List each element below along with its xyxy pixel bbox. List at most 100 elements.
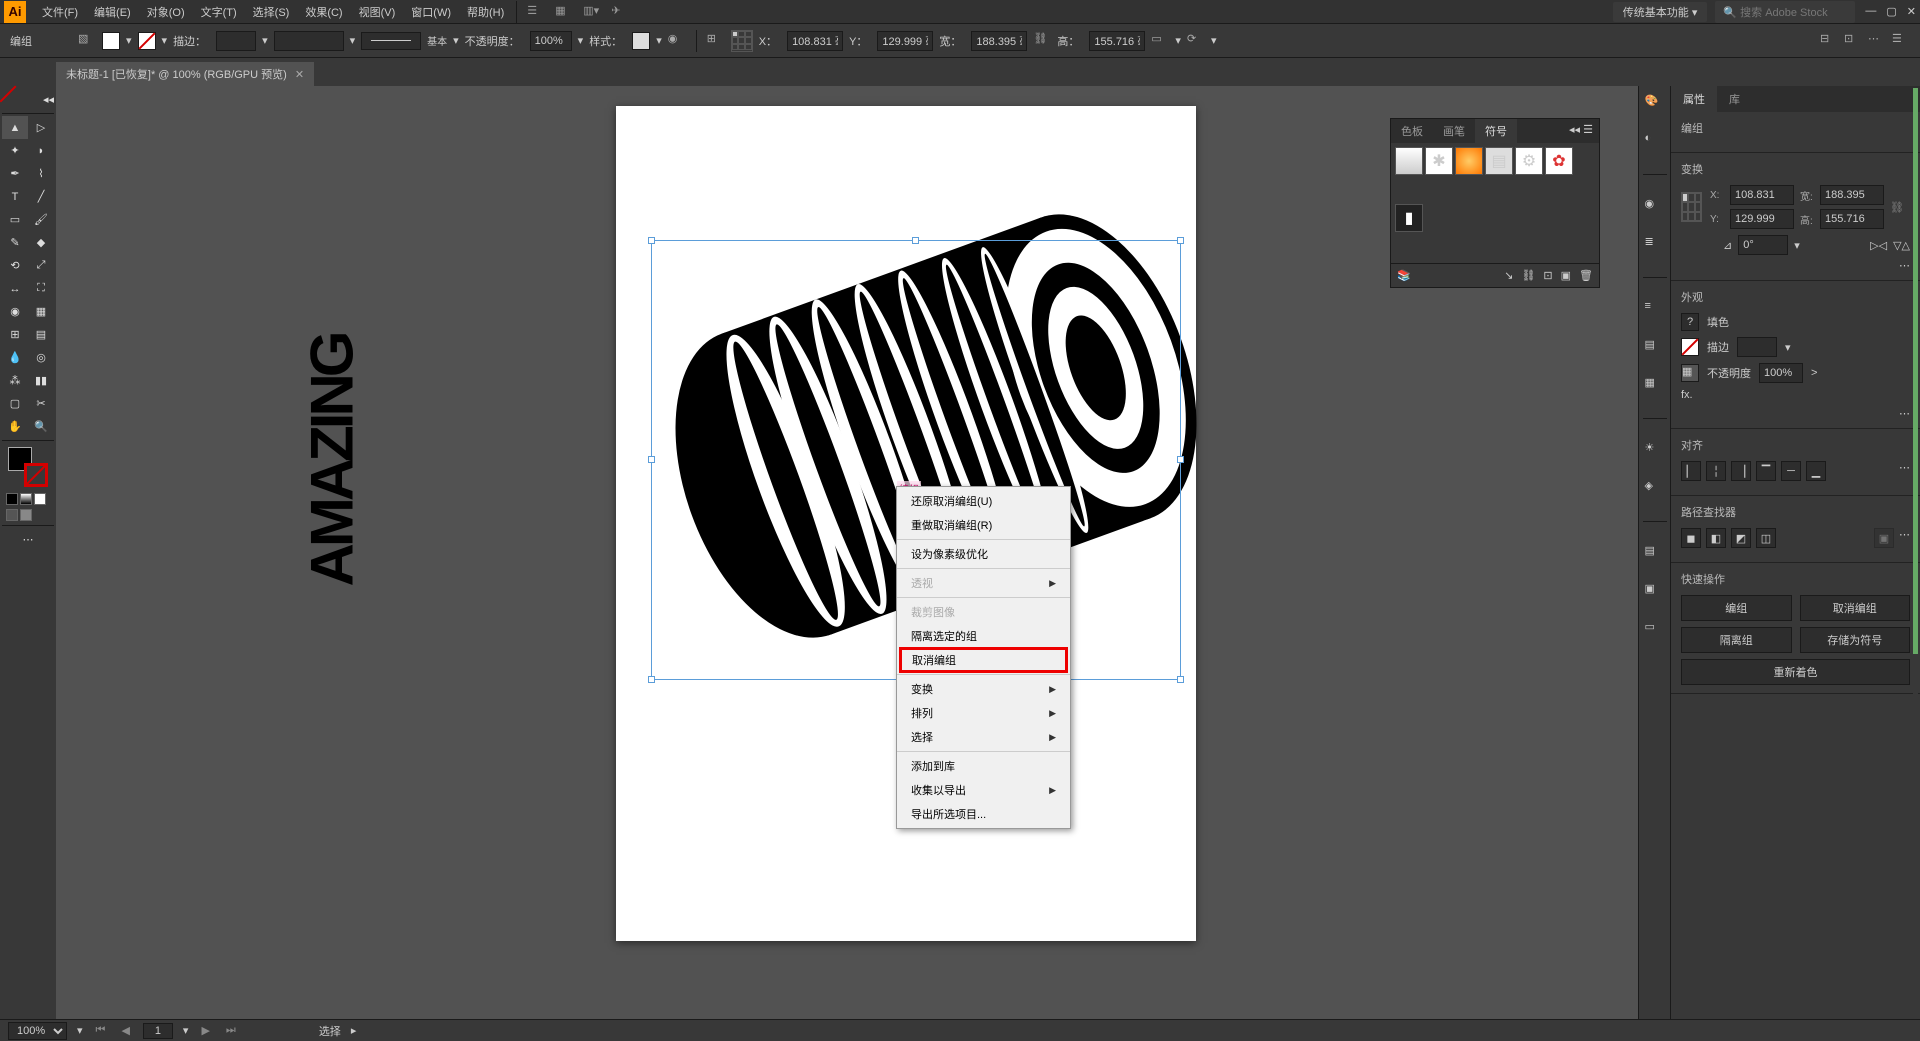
eyedropper-tool[interactable]: 💧	[2, 346, 28, 369]
gradient-tool[interactable]: ▤	[28, 323, 54, 346]
fx-label[interactable]: fx.	[1681, 389, 1693, 401]
screen-mode-normal[interactable]	[6, 509, 18, 521]
graphic-styles-icon[interactable]: ◈	[1645, 479, 1665, 499]
cm-add-to-library[interactable]: 添加到库	[897, 754, 1070, 778]
menu-type[interactable]: 文字(T)	[193, 4, 245, 20]
cm-ungroup[interactable]: 取消编组	[899, 647, 1068, 673]
menu-view[interactable]: 视图(V)	[351, 4, 404, 20]
transparency-icon[interactable]: ▦	[1645, 376, 1665, 396]
h-input[interactable]	[1089, 31, 1145, 51]
image-trace-icon[interactable]: ▦	[555, 4, 571, 20]
type-tool[interactable]: T	[2, 185, 28, 208]
selection-handle[interactable]	[648, 237, 655, 244]
fill-stroke-control[interactable]	[8, 447, 48, 487]
magic-wand-tool[interactable]: ✦	[2, 139, 28, 162]
curvature-tool[interactable]: ⌇	[28, 162, 54, 185]
symbol-swatch[interactable]: ✱	[1425, 147, 1453, 175]
window-minimize-icon[interactable]: —	[1865, 5, 1876, 18]
cm-select[interactable]: 选择▶	[897, 725, 1070, 749]
menu-edit[interactable]: 编辑(E)	[86, 4, 139, 20]
appearance-icon[interactable]: ☀	[1645, 441, 1665, 461]
cm-isolate[interactable]: 隔离选定的组	[897, 624, 1070, 648]
tab-symbols[interactable]: 符号	[1475, 119, 1517, 143]
new-symbol-icon[interactable]: ▣	[1561, 269, 1571, 282]
selection-handle[interactable]	[648, 456, 655, 463]
tab-properties[interactable]: 属性	[1671, 86, 1717, 112]
flip-v-icon[interactable]: ▽△	[1893, 239, 1910, 252]
align-icon[interactable]: ⊞	[707, 32, 725, 50]
transform-icon[interactable]: ⟳	[1187, 32, 1205, 50]
gradient-panel-icon[interactable]: ▤	[1645, 338, 1665, 358]
transform-x-input[interactable]	[1730, 185, 1794, 205]
symbol-sprayer-tool[interactable]: ⁂	[2, 369, 28, 392]
zoom-select[interactable]: 100%	[8, 1022, 67, 1040]
selection-handle[interactable]	[1177, 456, 1184, 463]
transform-y-input[interactable]	[1730, 209, 1794, 229]
zoom-tool[interactable]: 🔍	[28, 415, 54, 438]
symbol-swatch[interactable]	[1395, 147, 1423, 175]
eraser-tool[interactable]: ◆	[28, 231, 54, 254]
graph-tool[interactable]: ▮▮	[28, 369, 54, 392]
transform-w-input[interactable]	[1820, 185, 1884, 205]
shape-icon[interactable]: ▭	[1151, 32, 1169, 50]
symbol-options-icon[interactable]: ⊡	[1543, 269, 1552, 282]
fill-swatch[interactable]: ?	[1681, 313, 1699, 331]
menu-effect[interactable]: 效果(C)	[297, 4, 350, 20]
pathfinder-exclude[interactable]: ◫	[1756, 528, 1776, 548]
selection-tool[interactable]: ▲	[2, 116, 28, 139]
qa-isolate[interactable]: 隔离组	[1681, 627, 1792, 653]
color-mode-solid[interactable]	[6, 493, 18, 505]
tab-brushes[interactable]: 画笔	[1433, 119, 1475, 143]
adobe-stock-search[interactable]: 🔍 搜索 Adobe Stock	[1715, 1, 1855, 23]
window-close-icon[interactable]: ✕	[1907, 5, 1916, 18]
artboard-number-input[interactable]	[143, 1023, 173, 1039]
link-wh-icon[interactable]: ⛓	[1890, 201, 1910, 214]
share-icon[interactable]: ✈	[611, 4, 627, 20]
tab-libraries[interactable]: 库	[1717, 86, 1752, 112]
screen-mode-full[interactable]	[20, 509, 32, 521]
selection-handle[interactable]	[648, 676, 655, 683]
menu-select[interactable]: 选择(S)	[245, 4, 298, 20]
opacity-input[interactable]	[530, 31, 572, 51]
shape-builder-tool[interactable]: ◉	[2, 300, 28, 323]
flip-h-icon[interactable]: ▷◁	[1870, 239, 1887, 252]
pathfinder-intersect[interactable]: ◩	[1731, 528, 1751, 548]
stroke-panel-icon[interactable]: ≡	[1645, 300, 1665, 320]
rotate-tool[interactable]: ⟲	[2, 254, 28, 277]
pathfinder-unite[interactable]: ◼	[1681, 528, 1701, 548]
nav-first-icon[interactable]: ⏮	[93, 1024, 109, 1037]
layers-panel-icon[interactable]: ▤	[1645, 544, 1665, 564]
stroke-swatch[interactable]	[1681, 338, 1699, 356]
color-mode-gradient[interactable]	[20, 493, 32, 505]
align-top[interactable]: ▔	[1756, 461, 1776, 481]
qa-group[interactable]: 编组	[1681, 595, 1792, 621]
x-input[interactable]	[787, 31, 843, 51]
artboard-tool[interactable]: ▢	[2, 392, 28, 415]
menu-window[interactable]: 窗口(W)	[403, 4, 459, 20]
variable-width-input[interactable]	[274, 31, 344, 51]
nav-last-icon[interactable]: ⏭	[223, 1024, 239, 1037]
tab-swatches[interactable]: 色板	[1391, 119, 1433, 143]
symbol-swatch[interactable]: ✿	[1545, 147, 1573, 175]
nav-next-icon[interactable]: ▶	[198, 1024, 212, 1037]
more-options-icon[interactable]: ⋯	[1899, 461, 1910, 481]
panel-menu-icon[interactable]: ☰	[1892, 32, 1910, 50]
opacity-input[interactable]	[1759, 363, 1803, 383]
cm-redo[interactable]: 重做取消编组(R)	[897, 513, 1070, 537]
scale-tool[interactable]: ⤢	[28, 254, 54, 277]
more-icon[interactable]: ⋯	[1868, 32, 1886, 50]
qa-save-symbol[interactable]: 存储为符号	[1800, 627, 1911, 653]
pathfinder-minus[interactable]: ◧	[1706, 528, 1726, 548]
align-center-v[interactable]: ─	[1781, 461, 1801, 481]
asset-export-icon[interactable]: ▣	[1645, 582, 1665, 602]
arrange-icon[interactable]: ▥▾	[583, 4, 599, 20]
align-bottom[interactable]: ▁	[1806, 461, 1826, 481]
link-wh-icon[interactable]: ⛓	[1033, 32, 1051, 50]
place-symbol-icon[interactable]: ↘	[1504, 269, 1513, 282]
panel-collapse-icon[interactable]: ◂◂ ☰	[1563, 119, 1599, 143]
stroke-swatch[interactable]	[138, 32, 156, 50]
pen-tool[interactable]: ✒	[2, 162, 28, 185]
fill-swatch[interactable]	[102, 32, 120, 50]
workspace-switcher[interactable]: 传统基本功能 ▾	[1613, 2, 1708, 22]
menu-file[interactable]: 文件(F)	[34, 4, 86, 20]
